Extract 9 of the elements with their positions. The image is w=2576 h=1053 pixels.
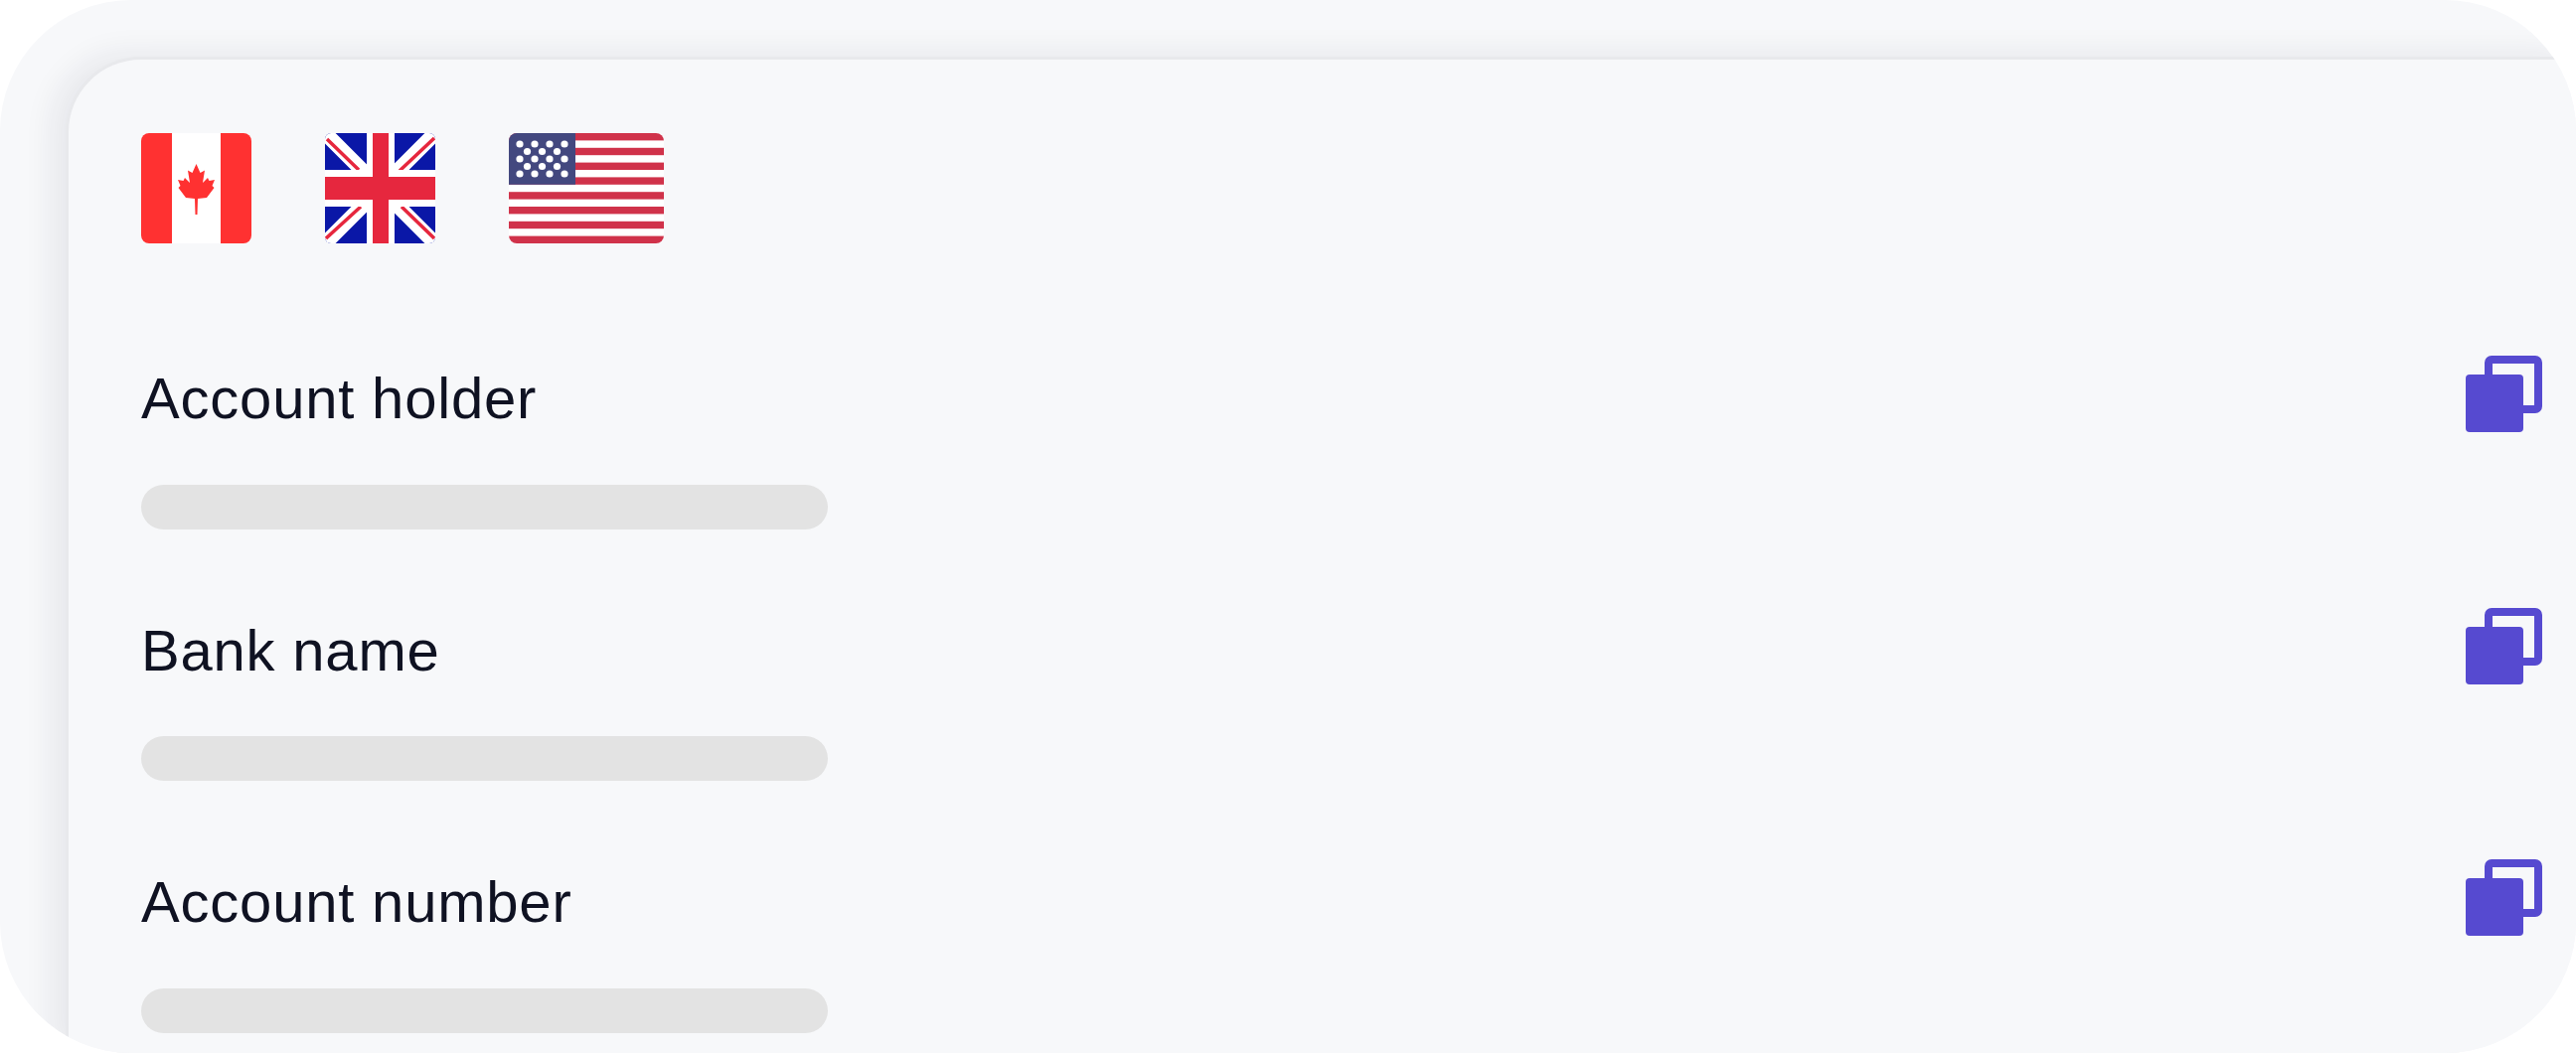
canada-flag-icon[interactable] — [141, 133, 251, 243]
copy-icon[interactable] — [2466, 607, 2542, 684]
field-label: Bank name — [141, 616, 440, 684]
us-flag-icon[interactable] — [509, 133, 664, 243]
field-label: Account holder — [141, 365, 538, 432]
copy-icon[interactable] — [2466, 356, 2542, 433]
field-label: Account number — [141, 868, 572, 937]
copy-icon[interactable] — [2466, 859, 2542, 937]
uk-flag-icon[interactable] — [325, 133, 435, 243]
